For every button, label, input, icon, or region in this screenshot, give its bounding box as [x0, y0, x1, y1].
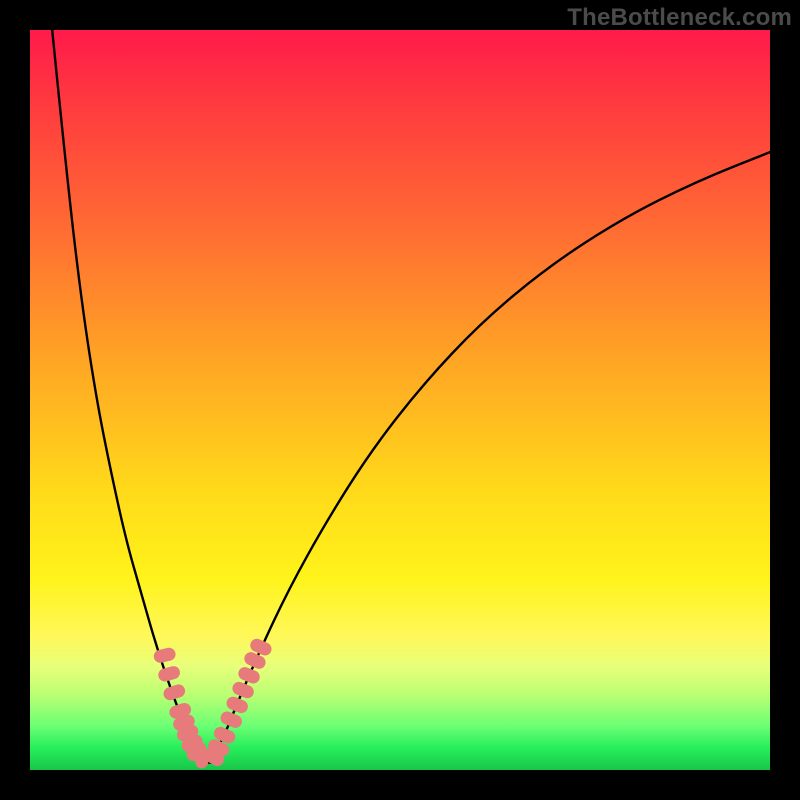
- watermark-text: TheBottleneck.com: [567, 4, 792, 32]
- chart-svg: [30, 30, 770, 770]
- marker-point: [162, 683, 187, 702]
- chart-frame: TheBottleneck.com: [0, 0, 800, 800]
- marker-point: [157, 665, 182, 683]
- plot-area: [30, 30, 770, 770]
- curve-right-branch: [211, 152, 770, 759]
- curve-left-branch: [52, 30, 204, 759]
- marker-point: [152, 646, 176, 664]
- highlighted-markers: [152, 637, 273, 769]
